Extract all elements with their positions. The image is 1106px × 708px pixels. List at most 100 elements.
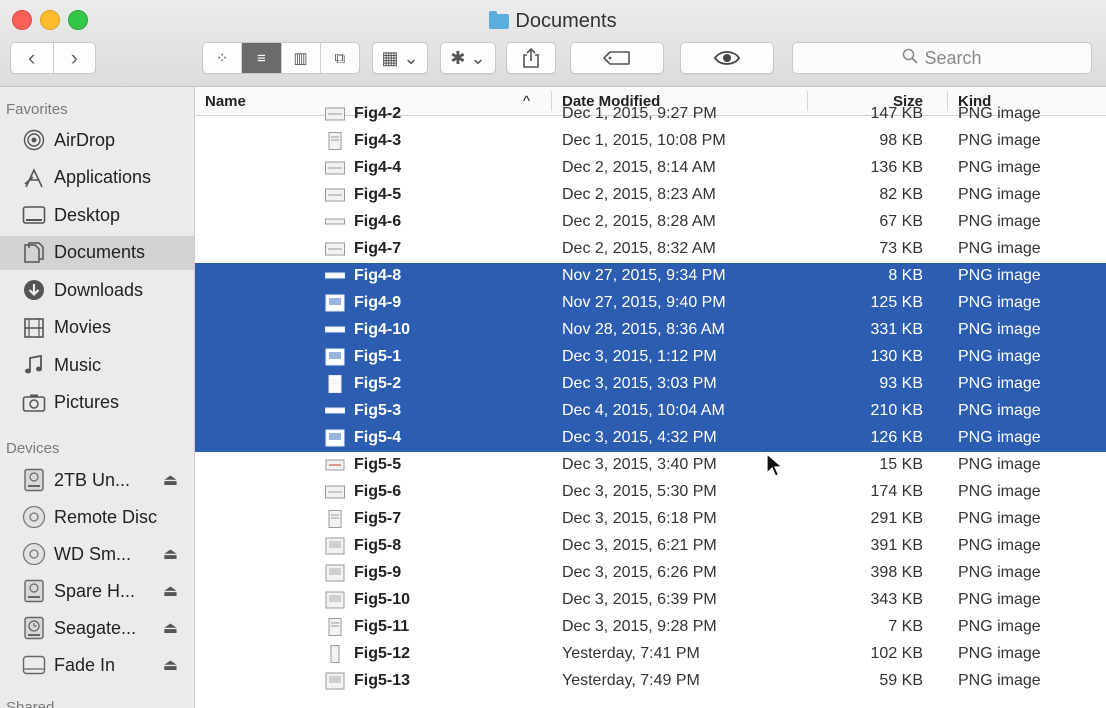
sidebar-item-2tb-un[interactable]: 2TB Un... ⏏: [0, 463, 194, 497]
window-toolbar: Documents ‹ › ⁘ ≡ ▥ ⧉ ▦ ⌄ ✱ ⌄ Search: [0, 0, 1106, 87]
sidebar-item-movies[interactable]: Movies: [0, 311, 194, 345]
file-date-modified: Dec 1, 2015, 10:08 PM: [562, 132, 726, 149]
sidebar-item-downloads[interactable]: Downloads: [0, 273, 194, 307]
share-button[interactable]: [506, 42, 556, 74]
file-date-modified: Dec 4, 2015, 10:04 AM: [562, 402, 725, 419]
sidebar-item-seagate[interactable]: Seagate... ⏏: [0, 611, 194, 645]
png-file-icon: [325, 159, 345, 177]
file-row[interactable]: Fig4-5 Dec 2, 2015, 8:23 AM 82 KB PNG image: [195, 182, 1106, 209]
sidebar-item-desktop[interactable]: Desktop: [0, 198, 194, 232]
sidebar-item-label: AirDrop: [54, 129, 116, 150]
sidebar-item-remote-disc[interactable]: Remote Disc: [0, 500, 194, 534]
png-file-icon: [325, 402, 345, 420]
quick-look-button[interactable]: [680, 42, 774, 74]
file-row[interactable]: Fig4-2 Dec 1, 2015, 9:27 PM 147 KB PNG imag…: [195, 101, 1106, 128]
file-kind: PNG image: [958, 429, 1041, 446]
file-date-modified: Dec 3, 2015, 3:40 PM: [562, 456, 717, 473]
file-row[interactable]: Fig5-13 Yesterday, 7:49 PM 59 KB PNG image: [195, 668, 1106, 695]
file-row[interactable]: Fig4-8 Nov 27, 2015, 9:34 PM 8 KB PNG image: [195, 263, 1106, 290]
file-name: Fig5-12: [354, 645, 411, 662]
file-row[interactable]: Fig5-10 Dec 3, 2015, 6:39 PM 343 KB PNG ima…: [195, 587, 1106, 614]
eye-icon: [714, 51, 740, 65]
folder-icon: [489, 11, 510, 29]
file-name: Fig5-7: [354, 510, 402, 527]
file-name: Fig5-10: [354, 591, 411, 608]
sidebar-item-label: Pictures: [54, 392, 120, 412]
file-kind: PNG image: [958, 456, 1041, 473]
volume-icon: [22, 653, 46, 677]
eject-icon[interactable]: ⏏: [163, 655, 178, 675]
file-size: 93 KB: [879, 375, 923, 392]
icon-view-button[interactable]: ⁘: [203, 43, 243, 73]
png-file-icon: [325, 429, 345, 447]
action-menu-button[interactable]: ✱ ⌄: [440, 42, 496, 74]
search-placeholder: Search: [924, 47, 982, 68]
file-list: Name ^ Date Modified Size Kind Fig4-2 Dec…: [195, 87, 1106, 708]
png-file-icon: [325, 645, 345, 663]
file-date-modified: Nov 27, 2015, 9:40 PM: [562, 294, 726, 311]
file-row[interactable]: Fig4-4 Dec 2, 2015, 8:14 AM 136 KB PNG imag…: [195, 155, 1106, 182]
file-row[interactable]: Fig5-12 Yesterday, 7:41 PM 102 KB PNG image: [195, 641, 1106, 668]
forward-button[interactable]: ›: [54, 43, 96, 73]
sidebar-item-wd-sm[interactable]: WD Sm... ⏏: [0, 537, 194, 571]
eject-icon[interactable]: ⏏: [163, 618, 178, 638]
back-button[interactable]: ‹: [11, 43, 54, 73]
file-kind: PNG image: [958, 591, 1041, 608]
cover-flow-button[interactable]: ⧉: [321, 43, 359, 73]
disc-icon: [22, 542, 46, 566]
sidebar-item-spare-h[interactable]: Spare H... ⏏: [0, 574, 194, 608]
file-row[interactable]: Fig5-5 Dec 3, 2015, 3:40 PM 15 KB PNG image: [195, 452, 1106, 479]
file-row[interactable]: Fig4-7 Dec 2, 2015, 8:32 AM 73 KB PNG image: [195, 236, 1106, 263]
file-date-modified: Dec 3, 2015, 6:26 PM: [562, 564, 717, 581]
png-file-icon: [325, 618, 345, 636]
file-row[interactable]: Fig5-7 Dec 3, 2015, 6:18 PM 291 KB PNG imag…: [195, 506, 1106, 533]
file-kind: PNG image: [958, 132, 1041, 149]
list-view-button[interactable]: ≡: [242, 43, 282, 73]
file-row[interactable]: Fig5-8 Dec 3, 2015, 6:21 PM 391 KB PNG imag…: [195, 533, 1106, 560]
sidebar-item-music[interactable]: Music: [0, 348, 194, 382]
drive-icon: [22, 468, 46, 492]
tag-icon: [603, 51, 630, 65]
png-file-icon: [325, 321, 345, 339]
file-row[interactable]: Fig5-9 Dec 3, 2015, 6:26 PM 398 KB PNG imag…: [195, 560, 1106, 587]
documents-icon: [22, 241, 46, 265]
file-row[interactable]: Fig4-6 Dec 2, 2015, 8:28 AM 67 KB PNG image: [195, 209, 1106, 236]
file-row[interactable]: Fig5-6 Dec 3, 2015, 5:30 PM 174 KB PNG imag…: [195, 479, 1106, 506]
share-icon: [523, 47, 539, 68]
file-name: Fig5-6: [354, 483, 402, 500]
file-kind: PNG image: [958, 240, 1041, 257]
file-row[interactable]: Fig5-4 Dec 3, 2015, 4:32 PM 126 KB PNG imag…: [195, 425, 1106, 452]
file-row[interactable]: Fig4-10 Nov 28, 2015, 8:36 AM 331 KB PNG im…: [195, 317, 1106, 344]
file-date-modified: Dec 3, 2015, 6:21 PM: [562, 537, 717, 554]
column-view-button[interactable]: ▥: [282, 43, 321, 73]
file-kind: PNG image: [958, 618, 1041, 635]
sidebar-item-airdrop[interactable]: AirDrop: [0, 123, 194, 157]
sidebar-item-pictures[interactable]: Pictures: [0, 386, 194, 420]
timemachine-icon: [22, 616, 46, 640]
window-title-text: Documents: [515, 10, 617, 32]
edit-tags-button[interactable]: [570, 42, 664, 74]
file-kind: PNG image: [958, 645, 1041, 662]
png-file-icon: [325, 348, 345, 366]
file-row[interactable]: Fig5-1 Dec 3, 2015, 1:12 PM 130 KB PNG imag…: [195, 344, 1106, 371]
file-name: Fig4-8: [354, 267, 402, 284]
file-date-modified: Dec 2, 2015, 8:32 AM: [562, 240, 716, 257]
file-row[interactable]: Fig4-9 Nov 27, 2015, 9:40 PM 125 KB PNG ima…: [195, 290, 1106, 317]
pictures-icon: [22, 391, 46, 415]
file-name: Fig5-1: [354, 348, 402, 365]
file-size: 126 KB: [870, 429, 923, 446]
sidebar-item-fade-in[interactable]: Fade In ⏏: [0, 648, 194, 682]
eject-icon[interactable]: ⏏: [163, 470, 178, 490]
file-row[interactable]: Fig5-3 Dec 4, 2015, 10:04 AM 210 KB PNG ima…: [195, 398, 1106, 425]
file-row[interactable]: Fig4-3 Dec 1, 2015, 10:08 PM 98 KB PNG imag…: [195, 128, 1106, 155]
file-row[interactable]: Fig5-11 Dec 3, 2015, 9:28 PM 7 KB PNG image: [195, 614, 1106, 641]
search-field[interactable]: Search: [792, 42, 1092, 74]
eject-icon[interactable]: ⏏: [163, 581, 178, 601]
file-kind: PNG image: [958, 402, 1041, 419]
eject-icon[interactable]: ⏏: [163, 544, 178, 564]
sidebar-item-documents[interactable]: Documents: [0, 235, 194, 270]
sidebar-item-applications[interactable]: Applications: [0, 161, 194, 195]
file-row[interactable]: Fig5-2 Dec 3, 2015, 3:03 PM 93 KB PNG image: [195, 371, 1106, 398]
file-date-modified: Nov 27, 2015, 9:34 PM: [562, 267, 726, 284]
arrange-menu-button[interactable]: ▦ ⌄: [372, 42, 428, 74]
